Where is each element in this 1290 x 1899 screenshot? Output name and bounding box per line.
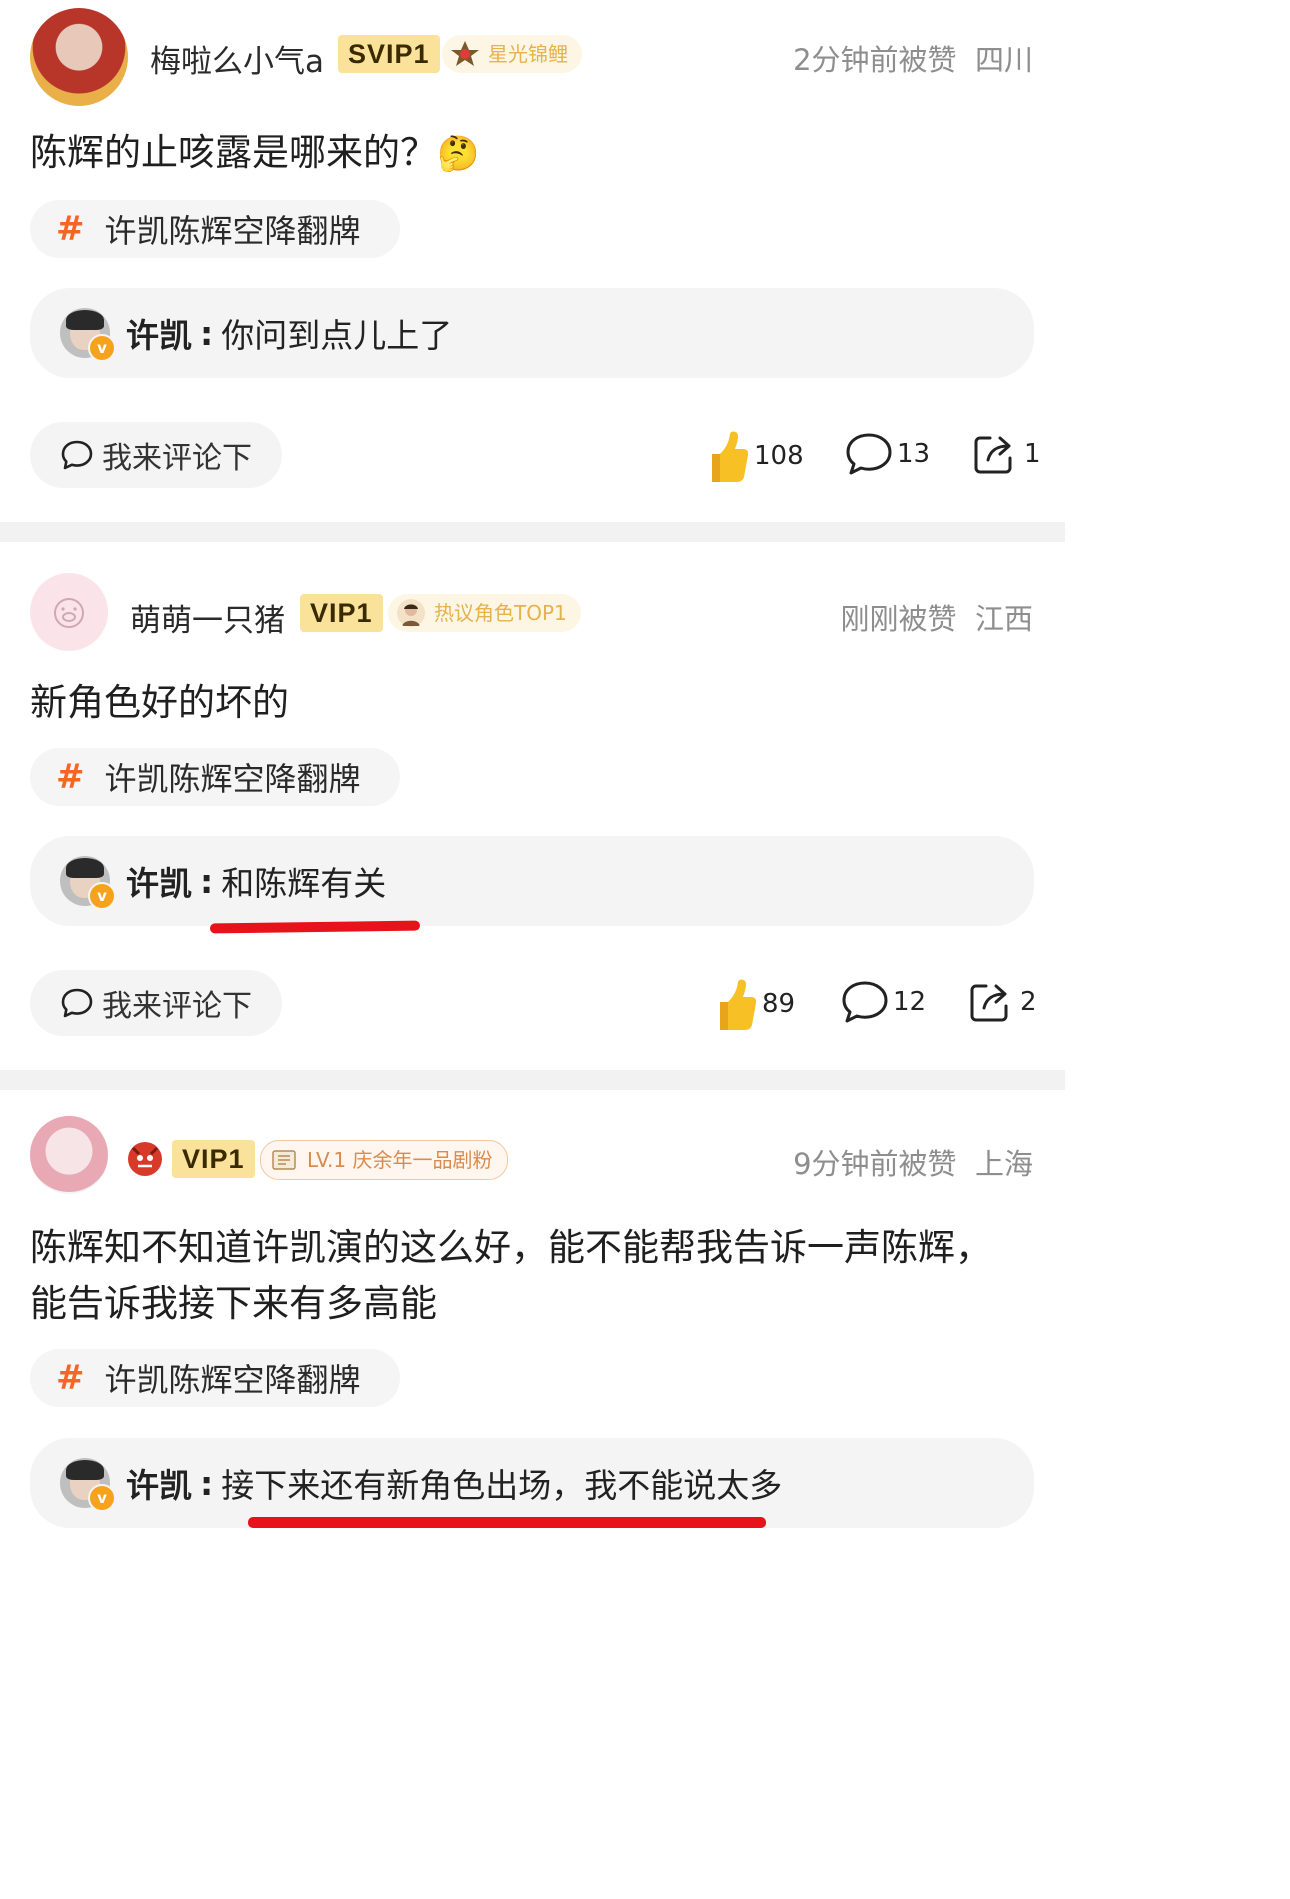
user-avatar[interactable]	[30, 8, 128, 106]
chat-bubble-icon	[61, 440, 93, 470]
post-separator	[0, 1070, 1065, 1090]
vip-badge: VIP1	[172, 1140, 255, 1178]
liked-time: 9分钟前被赞	[793, 1147, 957, 1181]
chat-bubble-icon	[61, 988, 93, 1018]
topic-tag[interactable]: # 许凯陈辉空降翻牌	[30, 748, 400, 806]
liked-time: 刚刚被赞	[840, 602, 957, 636]
comment-count-button[interactable]: 13	[845, 432, 930, 476]
verified-icon: v	[88, 1484, 116, 1512]
fan-badge-label: 热议角色TOP1	[434, 601, 567, 625]
comment-input-label: 我来评论下	[102, 989, 252, 1024]
reply-text: 接下来还有新角色出场，我不能说太多	[221, 1466, 783, 1505]
topic-tag[interactable]: # 许凯陈辉空降翻牌	[30, 1349, 400, 1407]
hash-icon: #	[56, 757, 85, 797]
location: 四川	[974, 43, 1033, 77]
user-avatar[interactable]	[30, 573, 108, 651]
fan-badge[interactable]: LV.1 庆余年一品剧粉	[260, 1140, 508, 1180]
like-count: 89	[762, 989, 796, 1019]
verified-icon: v	[88, 334, 116, 362]
topic-label: 许凯陈辉空降翻牌	[104, 212, 361, 250]
location: 江西	[974, 602, 1033, 636]
post-text: 新角色好的坏的	[30, 681, 289, 724]
hash-icon: #	[56, 209, 85, 249]
star-reply[interactable]: v 许凯 : 和陈辉有关	[30, 836, 1034, 926]
red-underline-annotation	[209, 920, 421, 934]
reply-author: 许凯	[126, 864, 192, 903]
thumbs-up-icon	[712, 431, 748, 482]
share-icon	[974, 436, 1012, 474]
liked-time: 2分钟前被赞	[793, 43, 957, 77]
reply-avatar: v	[60, 308, 116, 362]
share-button[interactable]: 1	[972, 432, 1041, 476]
fan-badge-label: LV.1 庆余年一品剧粉	[307, 1148, 493, 1172]
thumbs-up-icon	[720, 979, 756, 1030]
post-separator	[0, 522, 1065, 542]
reply-colon: :	[200, 861, 214, 901]
hash-icon: #	[56, 1358, 85, 1398]
comment-input-label: 我来评论下	[102, 441, 252, 476]
like-count: 108	[754, 441, 804, 471]
reply-author: 许凯	[126, 316, 192, 355]
username[interactable]: 梅啦么小气a	[150, 36, 324, 81]
comment-count-button[interactable]: 12	[841, 980, 926, 1024]
location: 上海	[974, 1147, 1033, 1181]
reply-avatar: v	[60, 1458, 116, 1512]
post-text: 陈辉的止咳露是哪来的？	[30, 131, 437, 174]
share-button[interactable]: 2	[968, 980, 1037, 1024]
verified-icon: v	[88, 882, 116, 910]
share-icon	[970, 984, 1008, 1022]
like-button[interactable]: 108	[704, 428, 804, 484]
share-count: 2	[1020, 987, 1037, 1017]
post-text: 陈辉知不知道许凯演的这么好，能不能帮我告诉一声陈辉，能告诉我接下来有多高能	[30, 1226, 992, 1325]
comment-icon	[846, 433, 892, 475]
topic-tag[interactable]: # 许凯陈辉空降翻牌	[30, 200, 400, 258]
topic-label: 许凯陈辉空降翻牌	[104, 760, 361, 798]
fan-badge-label: 星光锦鲤	[488, 42, 568, 66]
reply-author: 许凯	[126, 1466, 192, 1505]
fan-badge[interactable]: 星光锦鲤	[442, 35, 582, 73]
reply-avatar: v	[60, 856, 116, 910]
reply-colon: :	[200, 1463, 214, 1503]
character-portrait-icon	[397, 599, 425, 627]
like-button[interactable]: 89	[712, 976, 795, 1032]
star-medal-icon	[451, 41, 479, 66]
username[interactable]: 萌萌一只猪	[130, 595, 285, 640]
scroll-icon	[272, 1150, 296, 1170]
user-avatar[interactable]	[30, 1116, 108, 1194]
reply-colon: :	[200, 313, 214, 353]
vip-badge: SVIP1	[338, 35, 440, 73]
share-count: 1	[1024, 439, 1041, 469]
comment-icon	[842, 981, 888, 1023]
reply-text: 你问到点儿上了	[221, 316, 453, 355]
post-1: 梅啦么小气a SVIP1 星光锦鲤 2分钟前被赞 四川 陈辉的止咳露是哪来的？🤔…	[0, 0, 1065, 522]
star-reply[interactable]: v 许凯 : 接下来还有新角色出场，我不能说太多	[30, 1438, 1034, 1528]
post-content: 陈辉的止咳露是哪来的？🤔	[30, 126, 479, 181]
pig-avatar-icon	[54, 598, 84, 628]
reply-text: 和陈辉有关	[221, 864, 387, 903]
post-meta: 刚刚被赞 江西	[841, 596, 1033, 638]
comment-input-button[interactable]: 我来评论下	[30, 422, 282, 488]
post-meta: 2分钟前被赞 四川	[793, 37, 1033, 79]
thinking-face-icon: 🤔	[437, 134, 480, 174]
comment-count: 13	[897, 439, 931, 469]
vip-badge: VIP1	[300, 594, 383, 632]
devil-mask-icon	[128, 1142, 162, 1176]
star-reply[interactable]: v 许凯 : 你问到点儿上了	[30, 288, 1034, 378]
topic-label: 许凯陈辉空降翻牌	[104, 1361, 361, 1399]
red-underline-annotation	[248, 1517, 766, 1528]
post-meta: 9分钟前被赞 上海	[793, 1141, 1033, 1183]
fan-badge[interactable]: 热议角色TOP1	[388, 594, 581, 632]
post-3: VIP1 LV.1 庆余年一品剧粉 9分钟前被赞 上海 陈辉知不知道许凯演的这么…	[0, 1090, 1065, 1565]
comment-count: 12	[893, 987, 927, 1017]
comment-input-button[interactable]: 我来评论下	[30, 970, 282, 1036]
post-2: 萌萌一只猪 VIP1 热议角色TOP1 刚刚被赞 江西 新角色好的坏的 # 许凯…	[0, 542, 1065, 1070]
